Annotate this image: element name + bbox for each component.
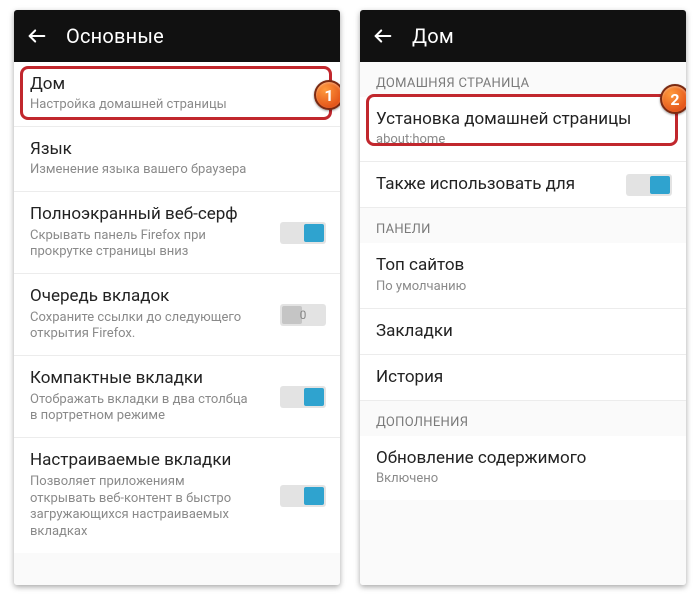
row-bookmarks[interactable]: Закладки [360, 309, 686, 355]
row-set-homepage[interactable]: Установка домашней страницы about:home [360, 97, 686, 162]
home-settings-list: ДОМАШНЯЯ СТРАНИЦА Установка домашней стр… [360, 62, 686, 585]
screen-home: Дом ДОМАШНЯЯ СТРАНИЦА Установка домашней… [360, 10, 686, 585]
row-also-use-for[interactable]: Также использовать для [360, 162, 686, 208]
page-title: Основные [66, 24, 164, 48]
row-content-update[interactable]: Обновление содержимого Включено [360, 436, 686, 500]
section-addons: ДОПОЛНЕНИЯ [360, 401, 686, 436]
row-label: Обновление содержимого [376, 448, 670, 469]
row-sublabel: Включено [376, 471, 670, 488]
toggle-also-use[interactable] [626, 173, 672, 197]
row-label: История [376, 367, 670, 388]
row-sublabel: Скрывать панель Firefox при прокрутке ст… [30, 228, 251, 262]
row-label: Закладки [376, 321, 670, 342]
row-sublabel: По умолчанию [376, 279, 670, 296]
toggle-off-label: 0 [280, 308, 326, 322]
row-history[interactable]: История [360, 355, 686, 401]
row-sublabel: Сохраните ссылки до следующего открытия … [30, 310, 251, 344]
row-label: Настраиваемые вкладки [30, 450, 324, 471]
row-label: Язык [30, 139, 324, 160]
row-top-sites[interactable]: Топ сайтов По умолчанию [360, 243, 686, 308]
toggle-custom-tabs[interactable] [280, 484, 326, 508]
row-custom-tabs[interactable]: Настраиваемые вкладки Позволяет приложен… [14, 438, 340, 553]
row-compact-tabs[interactable]: Компактные вкладки Отображать вкладки в … [14, 356, 340, 438]
row-sublabel: Изменение языка вашего браузера [30, 162, 324, 179]
section-homepage: ДОМАШНЯЯ СТРАНИЦА [360, 62, 686, 97]
page-title: Дом [412, 24, 454, 48]
row-label: Топ сайтов [376, 255, 670, 276]
row-label: Установка домашней страницы [376, 109, 670, 130]
back-icon[interactable] [26, 25, 48, 47]
appbar: Основные [14, 10, 340, 62]
toggle-tab-queue[interactable]: 0 [280, 303, 326, 327]
settings-list: Дом Настройка домашней страницы Язык Изм… [14, 62, 340, 585]
appbar: Дом [360, 10, 686, 62]
row-sublabel: Отображать вкладки в два столбца в портр… [30, 392, 251, 426]
toggle-compact-tabs[interactable] [280, 385, 326, 409]
row-sublabel: Позволяет приложениям открывать веб-конт… [30, 474, 251, 542]
row-fullscreen-browsing[interactable]: Полноэкранный веб-серф Скрывать панель F… [14, 192, 340, 274]
row-language[interactable]: Язык Изменение языка вашего браузера [14, 127, 340, 192]
toggle-fullscreen[interactable] [280, 221, 326, 245]
row-tab-queue[interactable]: Очередь вкладок Сохраните ссылки до след… [14, 274, 340, 356]
row-sublabel: about:home [376, 132, 670, 149]
back-icon[interactable] [372, 25, 394, 47]
row-home[interactable]: Дом Настройка домашней страницы [14, 62, 340, 127]
section-panels: ПАНЕЛИ [360, 208, 686, 243]
row-label: Дом [30, 74, 324, 95]
screen-general: Основные Дом Настройка домашней страницы… [14, 10, 340, 585]
row-sublabel: Настройка домашней страницы [30, 97, 324, 114]
